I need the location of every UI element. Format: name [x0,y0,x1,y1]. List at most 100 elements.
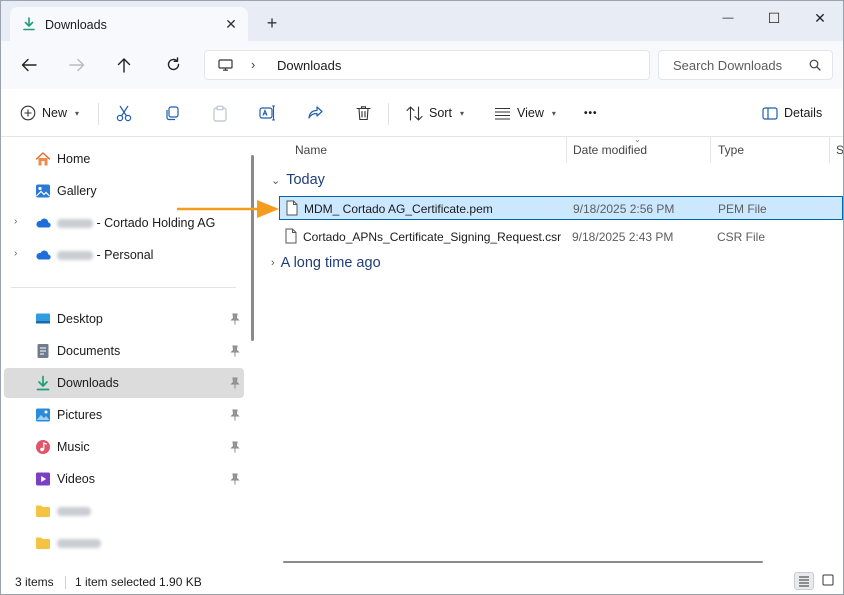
cut-button[interactable] [116,101,132,125]
group-label: A long time ago [280,255,381,271]
divider [388,103,389,125]
nav-item-desktop[interactable]: Desktop [4,304,244,334]
details-pane-icon [762,106,778,120]
horizontal-scrollbar[interactable] [283,561,763,563]
redacted-text [57,539,101,549]
nav-item-videos[interactable]: Videos [4,464,244,494]
file-date: 9/18/2025 2:43 PM [572,230,674,244]
more-options-button[interactable]: ••• [584,101,598,125]
rename-button[interactable] [259,101,276,125]
file-type: CSR File [717,230,766,244]
this-pc-icon [218,59,233,71]
pin-icon[interactable] [230,377,240,389]
nav-item-downloads[interactable]: Downloads [4,368,244,398]
column-divider[interactable] [566,137,567,163]
documents-icon [37,344,49,358]
rename-icon [259,105,275,121]
back-button[interactable] [16,53,42,77]
item-count: 3 items [15,575,54,589]
copy-button[interactable] [164,101,180,125]
nav-item-pictures[interactable]: Pictures [4,400,244,430]
nav-scrollbar[interactable] [251,155,254,341]
file-type: PEM File [718,202,767,216]
details-button[interactable]: Details [762,101,822,125]
view-lines-icon [495,107,510,120]
file-name: Cortado_APNs_Certificate_Signing_Request… [303,230,562,244]
column-header-size[interactable]: S [836,143,843,157]
search-input[interactable]: Search Downloads [658,50,833,80]
delete-button[interactable] [356,101,371,125]
pin-icon[interactable] [230,473,240,485]
column-header-name[interactable]: Name [295,143,327,157]
chevron-right-icon: › [251,57,256,72]
nav-divider [11,287,236,288]
breadcrumb-downloads[interactable]: Downloads [277,58,341,73]
nav-item-onedrive-personal[interactable]: › - Personal [4,240,244,270]
share-button[interactable] [307,101,324,125]
group-header-long-ago[interactable]: › A long time ago [271,255,381,271]
search-placeholder: Search Downloads [673,58,783,73]
nav-label: Downloads [57,376,119,390]
address-bar[interactable]: › Downloads [204,50,650,80]
folder-icon [36,537,50,549]
thumbnail-view-icon [822,574,834,586]
nav-item-folder-redacted[interactable] [4,528,244,558]
nav-item-home[interactable]: Home [4,144,244,174]
downloads-icon [36,375,50,391]
nav-label: Documents [57,344,121,358]
file-icon [285,228,297,244]
nav-item-folder-redacted[interactable] [4,496,244,526]
plus-circle-icon [20,105,36,121]
home-icon [35,152,51,166]
close-window-button[interactable]: ✕ [797,5,843,31]
trash-icon [356,106,371,121]
chevron-right-icon[interactable]: › [14,216,17,227]
group-label: Today [286,172,325,188]
pin-icon[interactable] [230,345,240,357]
nav-item-documents[interactable]: Documents [4,336,244,366]
table-row[interactable]: Cortado_APNs_Certificate_Signing_Request… [279,225,843,249]
pin-icon[interactable] [230,313,240,325]
column-header-type[interactable]: Type [718,143,744,157]
details-view-icon [799,576,809,587]
scissors-icon [116,105,132,121]
nav-item-music[interactable]: Music [4,432,244,462]
nav-item-folder-redacted[interactable] [4,560,244,568]
chevron-down-icon: ▾ [75,108,80,118]
arrow-right-icon [69,58,85,72]
forward-button[interactable] [64,53,90,77]
tab-close-icon[interactable]: ✕ [222,15,240,33]
new-button[interactable]: New ▾ [20,101,79,125]
up-button[interactable] [111,53,137,77]
chevron-down-icon: ▾ [551,108,556,118]
share-icon [308,106,323,119]
paste-button[interactable] [212,101,228,125]
view-button[interactable]: View ▾ [494,101,556,125]
tab-downloads[interactable]: Downloads ✕ [10,7,248,41]
new-label: New [42,106,68,120]
new-tab-button[interactable]: + [263,14,281,33]
onedrive-icon [36,250,51,260]
thumbnail-view-button[interactable] [819,572,839,590]
pin-icon[interactable] [230,409,240,421]
clipboard-icon [213,105,227,122]
column-header-date[interactable]: Date modified [573,143,647,157]
table-row[interactable]: MDM_ Cortado AG_Certificate.pem 9/18/202… [279,196,843,220]
file-explorer-window: Downloads ✕ + — ☐ ✕ › Downloads Search D… [0,0,844,595]
maximize-button[interactable]: ☐ [751,5,797,31]
pin-icon[interactable] [230,441,240,453]
column-divider[interactable] [829,137,830,163]
sort-button[interactable]: Sort ▾ [406,101,464,125]
refresh-icon [167,57,179,71]
details-label: Details [784,106,823,120]
search-icon [809,59,821,71]
group-header-today[interactable]: ⌄ Today [271,172,325,188]
copy-icon [166,106,179,121]
minimize-button[interactable]: — [705,5,751,31]
chevron-right-icon[interactable]: › [14,248,17,259]
details-view-button[interactable] [794,572,814,590]
arrow-up-icon [117,58,131,73]
column-divider[interactable] [710,137,711,163]
refresh-button[interactable] [160,53,186,77]
address-row: › Downloads Search Downloads [1,41,843,89]
